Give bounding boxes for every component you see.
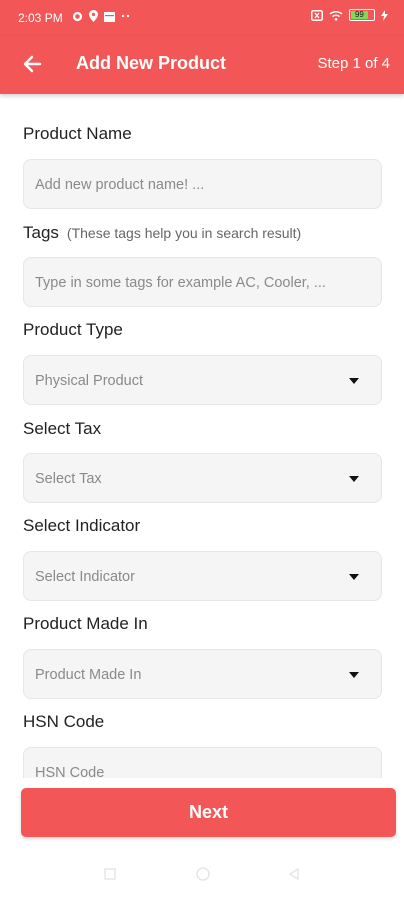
product-type-dropdown[interactable]: Physical Product	[23, 355, 382, 405]
select-tax-value: Select Tax	[35, 471, 102, 487]
next-button[interactable]: Next	[21, 788, 396, 837]
dropdown-caret-icon	[349, 476, 359, 482]
status-right-icons: 99	[311, 9, 388, 21]
wifi-icon	[329, 10, 343, 21]
hsn-code-label: HSN Code	[23, 712, 105, 731]
select-tax-label: Select Tax	[23, 419, 102, 438]
select-tax-dropdown[interactable]: Select Tax	[23, 453, 382, 503]
made-in-value: Product Made In	[35, 667, 142, 683]
dropdown-caret-icon	[349, 378, 359, 384]
product-type-value: Physical Product	[35, 373, 143, 389]
tags-placeholder: Type in some tags for example AC, Cooler…	[35, 275, 326, 291]
select-indicator-value: Select Indicator	[35, 569, 135, 585]
home-icon[interactable]	[195, 866, 211, 882]
more-icon	[121, 14, 130, 18]
back-button[interactable]	[18, 49, 48, 79]
dropdown-caret-icon	[349, 672, 359, 678]
system-nav-bar	[0, 850, 404, 900]
status-left-icons	[72, 10, 131, 22]
battery-icon: 99	[349, 9, 375, 21]
status-bar: 2:03 PM 99	[0, 0, 404, 36]
status-time: 2:03 PM	[18, 11, 63, 25]
sim-icon	[311, 9, 323, 21]
made-in-label: Product Made In	[23, 614, 148, 633]
product-name-placeholder: Add new product name! ...	[35, 177, 205, 193]
tags-input[interactable]: Type in some tags for example AC, Cooler…	[23, 257, 382, 307]
step-indicator: Step 1 of 4	[317, 55, 390, 72]
charging-icon	[381, 9, 388, 21]
hsn-code-input[interactable]: HSN Code	[23, 747, 382, 778]
tags-hint: (These tags help you in search result)	[66, 225, 302, 241]
battery-level: 99	[351, 11, 368, 19]
product-name-label: Product Name	[23, 124, 132, 143]
dropdown-caret-icon	[349, 574, 359, 580]
made-in-dropdown[interactable]: Product Made In	[23, 649, 382, 699]
hsn-code-placeholder: HSN Code	[35, 765, 105, 778]
location-icon	[89, 10, 98, 22]
recents-icon[interactable]	[102, 866, 118, 882]
product-name-input[interactable]: Add new product name! ...	[23, 159, 382, 209]
product-form: Product Name Add new product name! ... T…	[23, 94, 383, 778]
page-title: Add New Product	[76, 53, 227, 73]
select-indicator-dropdown[interactable]: Select Indicator	[23, 551, 382, 601]
arrow-left-icon	[23, 55, 42, 73]
whatsapp-icon	[72, 11, 83, 21]
back-icon[interactable]	[286, 866, 302, 882]
tags-label: Tags (These tags help you in search resul…	[23, 223, 301, 243]
tags-label-text: Tags	[23, 223, 59, 242]
product-type-label: Product Type	[23, 320, 123, 339]
calendar-icon	[104, 11, 115, 22]
select-indicator-label: Select Indicator	[23, 516, 141, 535]
app-bar: Add New Product Step 1 of 4	[0, 36, 404, 94]
